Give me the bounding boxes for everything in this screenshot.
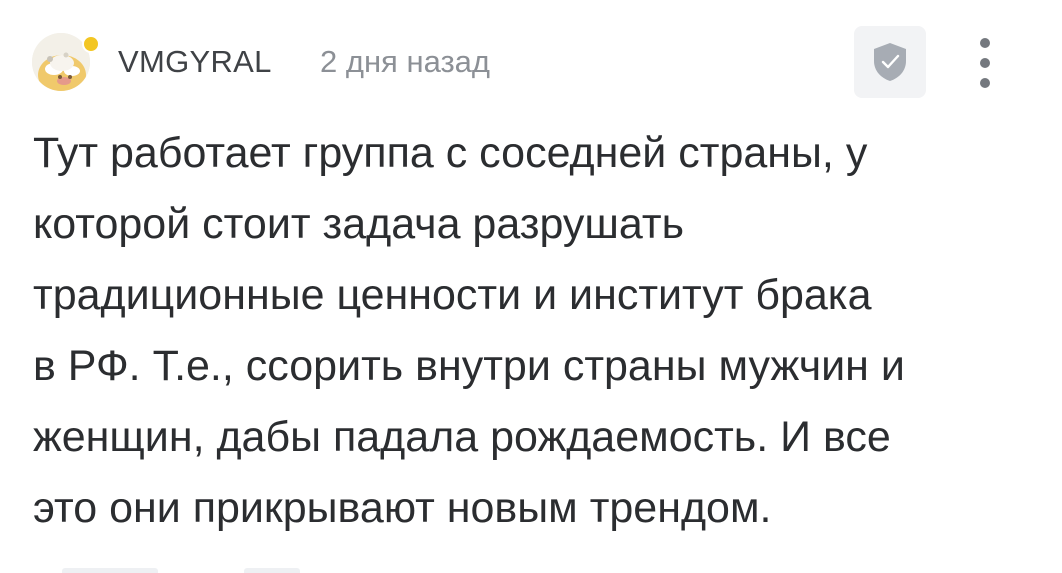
more-dot	[980, 58, 990, 68]
comment-header: VMGYRAL 2 дня назад	[32, 26, 1032, 98]
avatar[interactable]	[32, 33, 100, 91]
online-status-dot	[82, 35, 100, 53]
comment-body-line: Тут работает группа с соседней страны, у	[33, 129, 868, 177]
author-username[interactable]: VMGYRAL	[118, 42, 272, 82]
verified-shield-button[interactable]	[854, 26, 926, 98]
comment-card: VMGYRAL 2 дня назад Тут работает группа …	[0, 0, 1062, 573]
comment-body-line: традиционные ценности и институт брака	[33, 271, 872, 319]
comment-body: Тут работает группа с соседней страны, у…	[33, 118, 1023, 544]
action-button-edge[interactable]	[62, 568, 158, 573]
comment-body-line: которой стоит задача разрушать	[33, 200, 684, 248]
comment-timestamp: 2 дня назад	[320, 44, 491, 79]
comment-body-line: женщин, дабы падала рождаемость. И все	[33, 413, 891, 461]
shield-check-icon	[874, 43, 906, 81]
more-vertical-icon[interactable]	[968, 30, 1002, 96]
comment-body-line: это они прикрывают новым трендом.	[33, 484, 772, 532]
more-dot	[980, 78, 990, 88]
more-dot	[980, 38, 990, 48]
action-button-edge[interactable]	[244, 568, 300, 573]
comment-body-line: в РФ. Т.е., ссорить внутри страны мужчин…	[33, 342, 905, 390]
